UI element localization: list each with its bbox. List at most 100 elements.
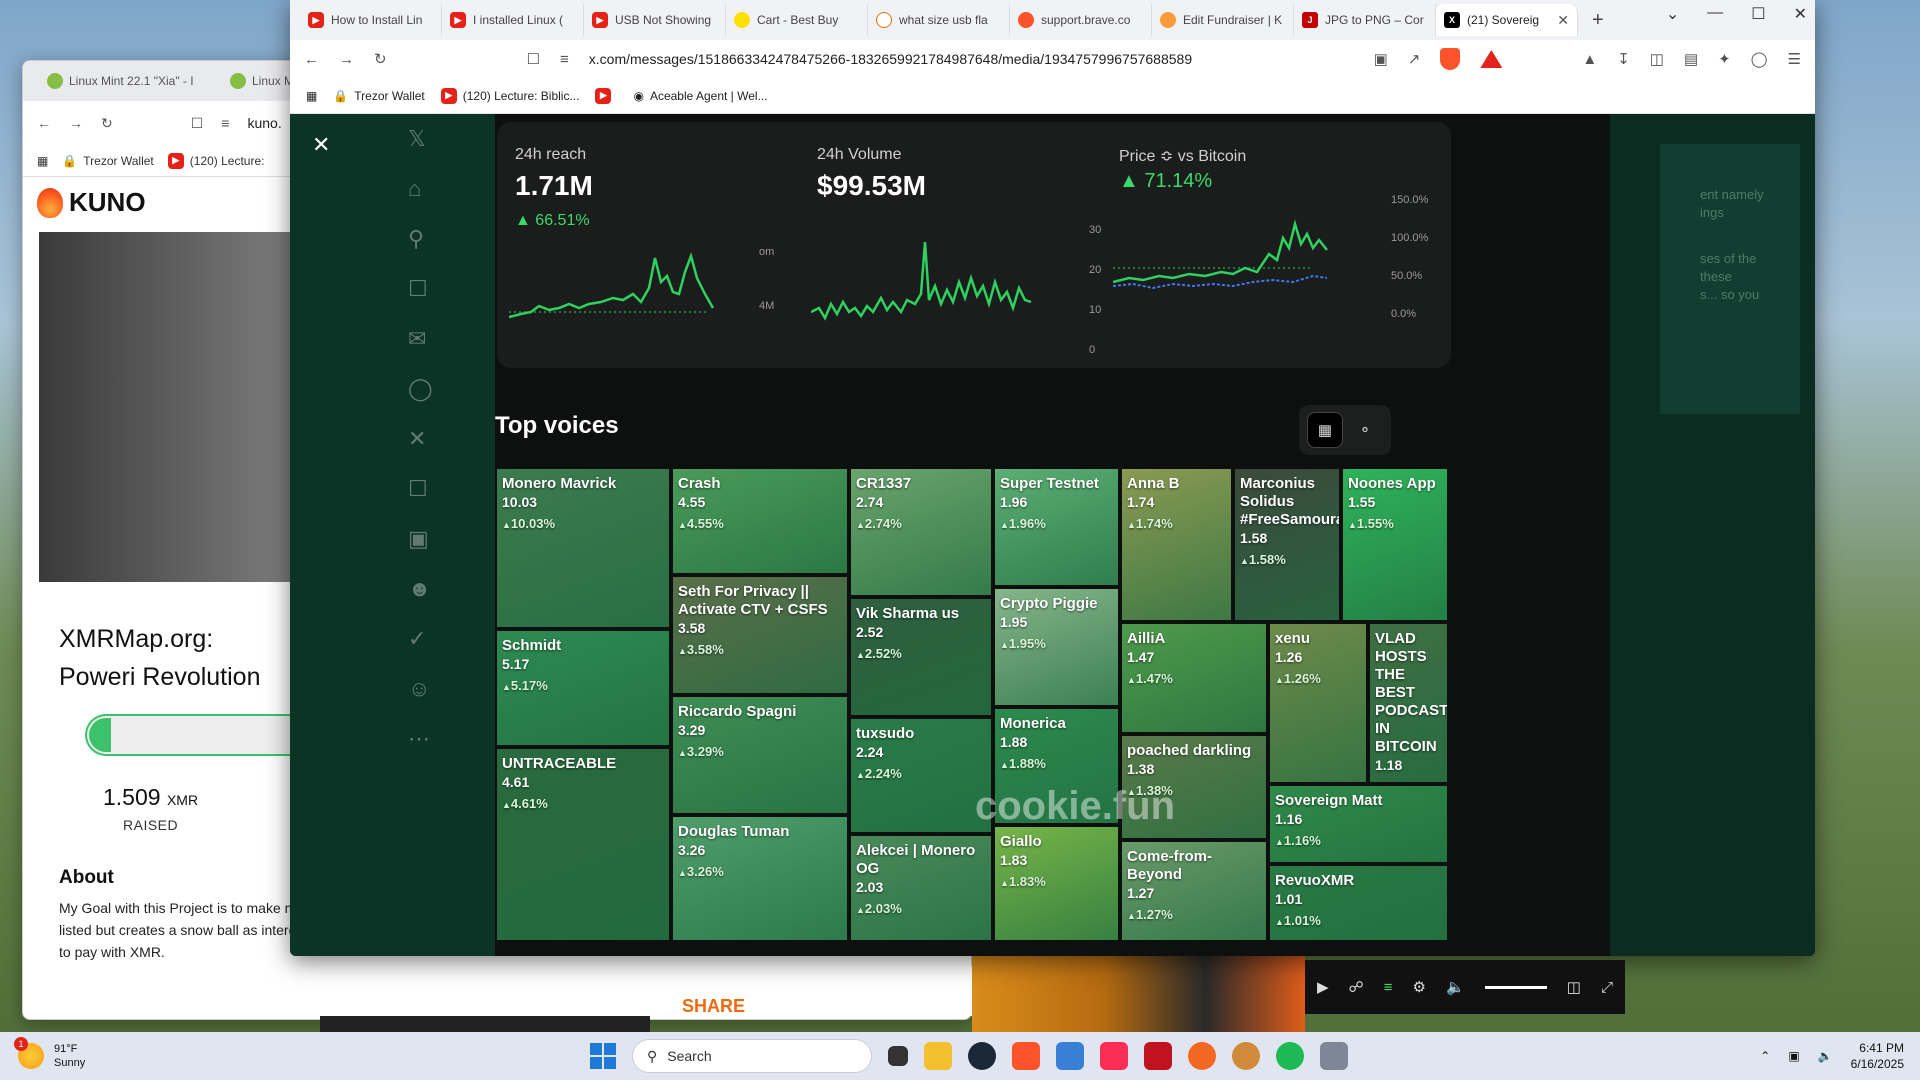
back-arrow-icon[interactable]: ←: [37, 115, 51, 131]
play-icon[interactable]: ▶: [1317, 978, 1329, 996]
music-icon[interactable]: [1100, 1042, 1128, 1070]
voice-tile[interactable]: Giallo 1.83 1.83%: [993, 825, 1120, 942]
url-field[interactable]: x.com/messages/1518663342478475266-18326…: [589, 51, 1354, 67]
notepad-icon[interactable]: [1056, 1042, 1084, 1070]
tab-1[interactable]: ▶ I installed Linux (: [442, 4, 584, 36]
close-tab-icon[interactable]: ✕: [1557, 12, 1569, 29]
extensions-icon[interactable]: ▲: [1582, 51, 1597, 68]
bookmark-icon[interactable]: ☐: [527, 50, 540, 68]
close-media-icon[interactable]: ✕: [312, 132, 330, 158]
new-tab-button[interactable]: +: [1578, 9, 1618, 32]
apps-grid-icon[interactable]: ▦: [37, 154, 48, 168]
main-browser-window[interactable]: ▶ How to Install Lin ▶ I installed Linux (…: [290, 0, 1815, 956]
grid-view-icon[interactable]: ▦: [1307, 412, 1343, 448]
tab-4[interactable]: what size usb fla: [868, 4, 1010, 36]
share-card[interactable]: SHARE: [662, 966, 972, 1016]
file-explorer-icon[interactable]: [924, 1042, 952, 1070]
monero-gui-icon[interactable]: [1188, 1042, 1216, 1070]
menu-icon[interactable]: ☰: [1788, 50, 1801, 68]
apps-grid-icon[interactable]: ▦: [306, 89, 317, 103]
cast-icon[interactable]: ▣: [1374, 50, 1388, 68]
usb-tool-icon[interactable]: [1320, 1042, 1348, 1070]
tab-0[interactable]: ▶ How to Install Lin: [300, 4, 442, 36]
red-app-icon[interactable]: [1144, 1042, 1172, 1070]
link-icon[interactable]: ☍: [1349, 978, 1364, 996]
bookmark-aceable[interactable]: ◉ Aceable Agent | Wel...: [633, 89, 767, 103]
voice-tile[interactable]: Marconius Solidus #FreeSamourai 1.58 1.58%: [1233, 467, 1341, 622]
wallet-icon[interactable]: ▤: [1684, 50, 1698, 68]
back-url[interactable]: kuno.: [247, 115, 281, 131]
back-tab-0[interactable]: Linux Mint 22.1 "Xia" - I: [35, 66, 210, 96]
tab-8-active[interactable]: X (21) Sovereig ✕: [1436, 4, 1578, 36]
voice-tile[interactable]: Schmidt 5.17 5.17%: [495, 629, 671, 747]
tray-chevron-icon[interactable]: ⌃: [1760, 1049, 1770, 1063]
reload-icon[interactable]: ↻: [374, 50, 387, 68]
fullscreen-icon[interactable]: ⤢: [1601, 979, 1613, 996]
windows-start-icon[interactable]: [590, 1043, 616, 1069]
voice-tile[interactable]: tuxsudo 2.24 2.24%: [849, 717, 993, 834]
pip-icon[interactable]: ◫: [1567, 978, 1581, 996]
forward-arrow-icon[interactable]: →: [69, 115, 83, 131]
forward-arrow-icon[interactable]: →: [339, 51, 354, 68]
voice-tile[interactable]: Noones App 1.55 1.55%: [1341, 467, 1449, 622]
weather-widget[interactable]: 1 91°F Sunny: [14, 1037, 85, 1070]
sidebar-icon[interactable]: ◫: [1650, 50, 1664, 68]
volume-icon[interactable]: 🔈: [1446, 978, 1465, 996]
close-window-icon[interactable]: ✕: [1794, 4, 1807, 24]
tab-2[interactable]: ▶ USB Not Showing: [584, 4, 726, 36]
spotify-icon[interactable]: [1276, 1042, 1304, 1070]
voice-tile[interactable]: poached darkling 1.38 1.38%: [1120, 734, 1268, 840]
voice-tile[interactable]: Riccardo Spagni 3.29 3.29%: [671, 695, 849, 815]
brave-rewards-alert-icon[interactable]: 1: [1480, 50, 1503, 68]
voice-tile[interactable]: Vik Sharma us 2.52 2.52%: [849, 597, 993, 717]
voice-tile[interactable]: Crash 4.55 4.55%: [671, 467, 849, 575]
voice-tile[interactable]: CR1337 2.74 2.74%: [849, 467, 993, 597]
bookmark-icon[interactable]: ☐: [191, 115, 204, 132]
share-icon[interactable]: ↗: [1408, 50, 1421, 68]
download-icon[interactable]: ↧: [1617, 50, 1630, 68]
leo-ai-icon[interactable]: ✦: [1718, 50, 1731, 68]
voice-tile[interactable]: Sovereign Matt 1.16 1.16%: [1268, 784, 1449, 864]
back-arrow-icon[interactable]: ←: [304, 51, 319, 68]
clock[interactable]: 6:41 PM 6/16/2025: [1851, 1040, 1904, 1072]
voice-tile[interactable]: Seth For Privacy || Activate CTV + CSFS 3…: [671, 575, 849, 695]
task-view-icon[interactable]: [888, 1046, 908, 1066]
tab-5[interactable]: support.brave.co: [1010, 4, 1152, 36]
bookmark-trezor[interactable]: 🔒 Trezor Wallet: [333, 89, 424, 103]
brave-shields-icon[interactable]: [1440, 48, 1461, 70]
voice-tile[interactable]: Monerica 1.88 1.88%: [993, 707, 1120, 825]
reload-icon[interactable]: ↻: [101, 115, 113, 132]
voice-tile[interactable]: Alekcei | Monero OG 2.03 2.03%: [849, 834, 993, 942]
tab-6[interactable]: Edit Fundraiser | K: [1152, 4, 1294, 36]
site-settings-icon[interactable]: ≡: [221, 115, 229, 131]
voice-tile[interactable]: Anna B 1.74 1.74%: [1120, 467, 1233, 622]
character-app-icon[interactable]: [1232, 1042, 1260, 1070]
volume-slider[interactable]: [1484, 985, 1547, 989]
tab-3[interactable]: Cart - Best Buy: [726, 4, 868, 36]
voice-tile[interactable]: Super Testnet 1.96 1.96%: [993, 467, 1120, 587]
back-bookmark-trezor[interactable]: 🔒 Trezor Wallet: [62, 154, 153, 168]
minimize-icon[interactable]: —: [1707, 4, 1723, 24]
bubble-view-icon[interactable]: ⚬: [1347, 412, 1383, 448]
voice-tile[interactable]: Come-from-Beyond 1.27 1.27%: [1120, 840, 1268, 942]
bookmark-lecture[interactable]: ▶ (120) Lecture: Biblic...: [440, 87, 579, 104]
taskbar-search[interactable]: ⚲ Search: [632, 1039, 872, 1073]
voice-tile[interactable]: Crypto Piggie 1.95 1.95%: [993, 587, 1120, 707]
tab-list-chevron-icon[interactable]: ⌄: [1666, 4, 1679, 24]
back-bookmark-lecture[interactable]: ▶ (120) Lecture:: [167, 152, 264, 169]
steam-icon[interactable]: [968, 1042, 996, 1070]
tab-7[interactable]: J JPG to PNG – Cor: [1294, 4, 1436, 36]
network-icon[interactable]: ▣: [1788, 1049, 1799, 1063]
voice-tile[interactable]: Douglas Tuman 3.26 3.26%: [671, 815, 849, 942]
voice-tile[interactable]: Monero Mavrick 10.03 10.03%: [495, 467, 671, 629]
voice-tile[interactable]: xenu 1.26 1.26%: [1268, 622, 1368, 784]
voice-tile[interactable]: VLAD HOSTS THE BEST PODCAST IN BITCOIN 1.…: [1368, 622, 1449, 784]
vpn-shield-icon[interactable]: ◯: [1751, 50, 1768, 68]
brave-browser-icon[interactable]: [1012, 1042, 1040, 1070]
voice-tile[interactable]: UNTRACEABLE 4.61 4.61%: [495, 747, 671, 942]
site-settings-icon[interactable]: ≡: [560, 51, 569, 68]
speaker-icon[interactable]: 🔈: [1818, 1049, 1833, 1063]
voice-tile[interactable]: RevuoXMR 1.01 1.01%: [1268, 864, 1449, 942]
captions-icon[interactable]: ≡: [1384, 979, 1393, 996]
maximize-icon[interactable]: ☐: [1751, 4, 1765, 24]
